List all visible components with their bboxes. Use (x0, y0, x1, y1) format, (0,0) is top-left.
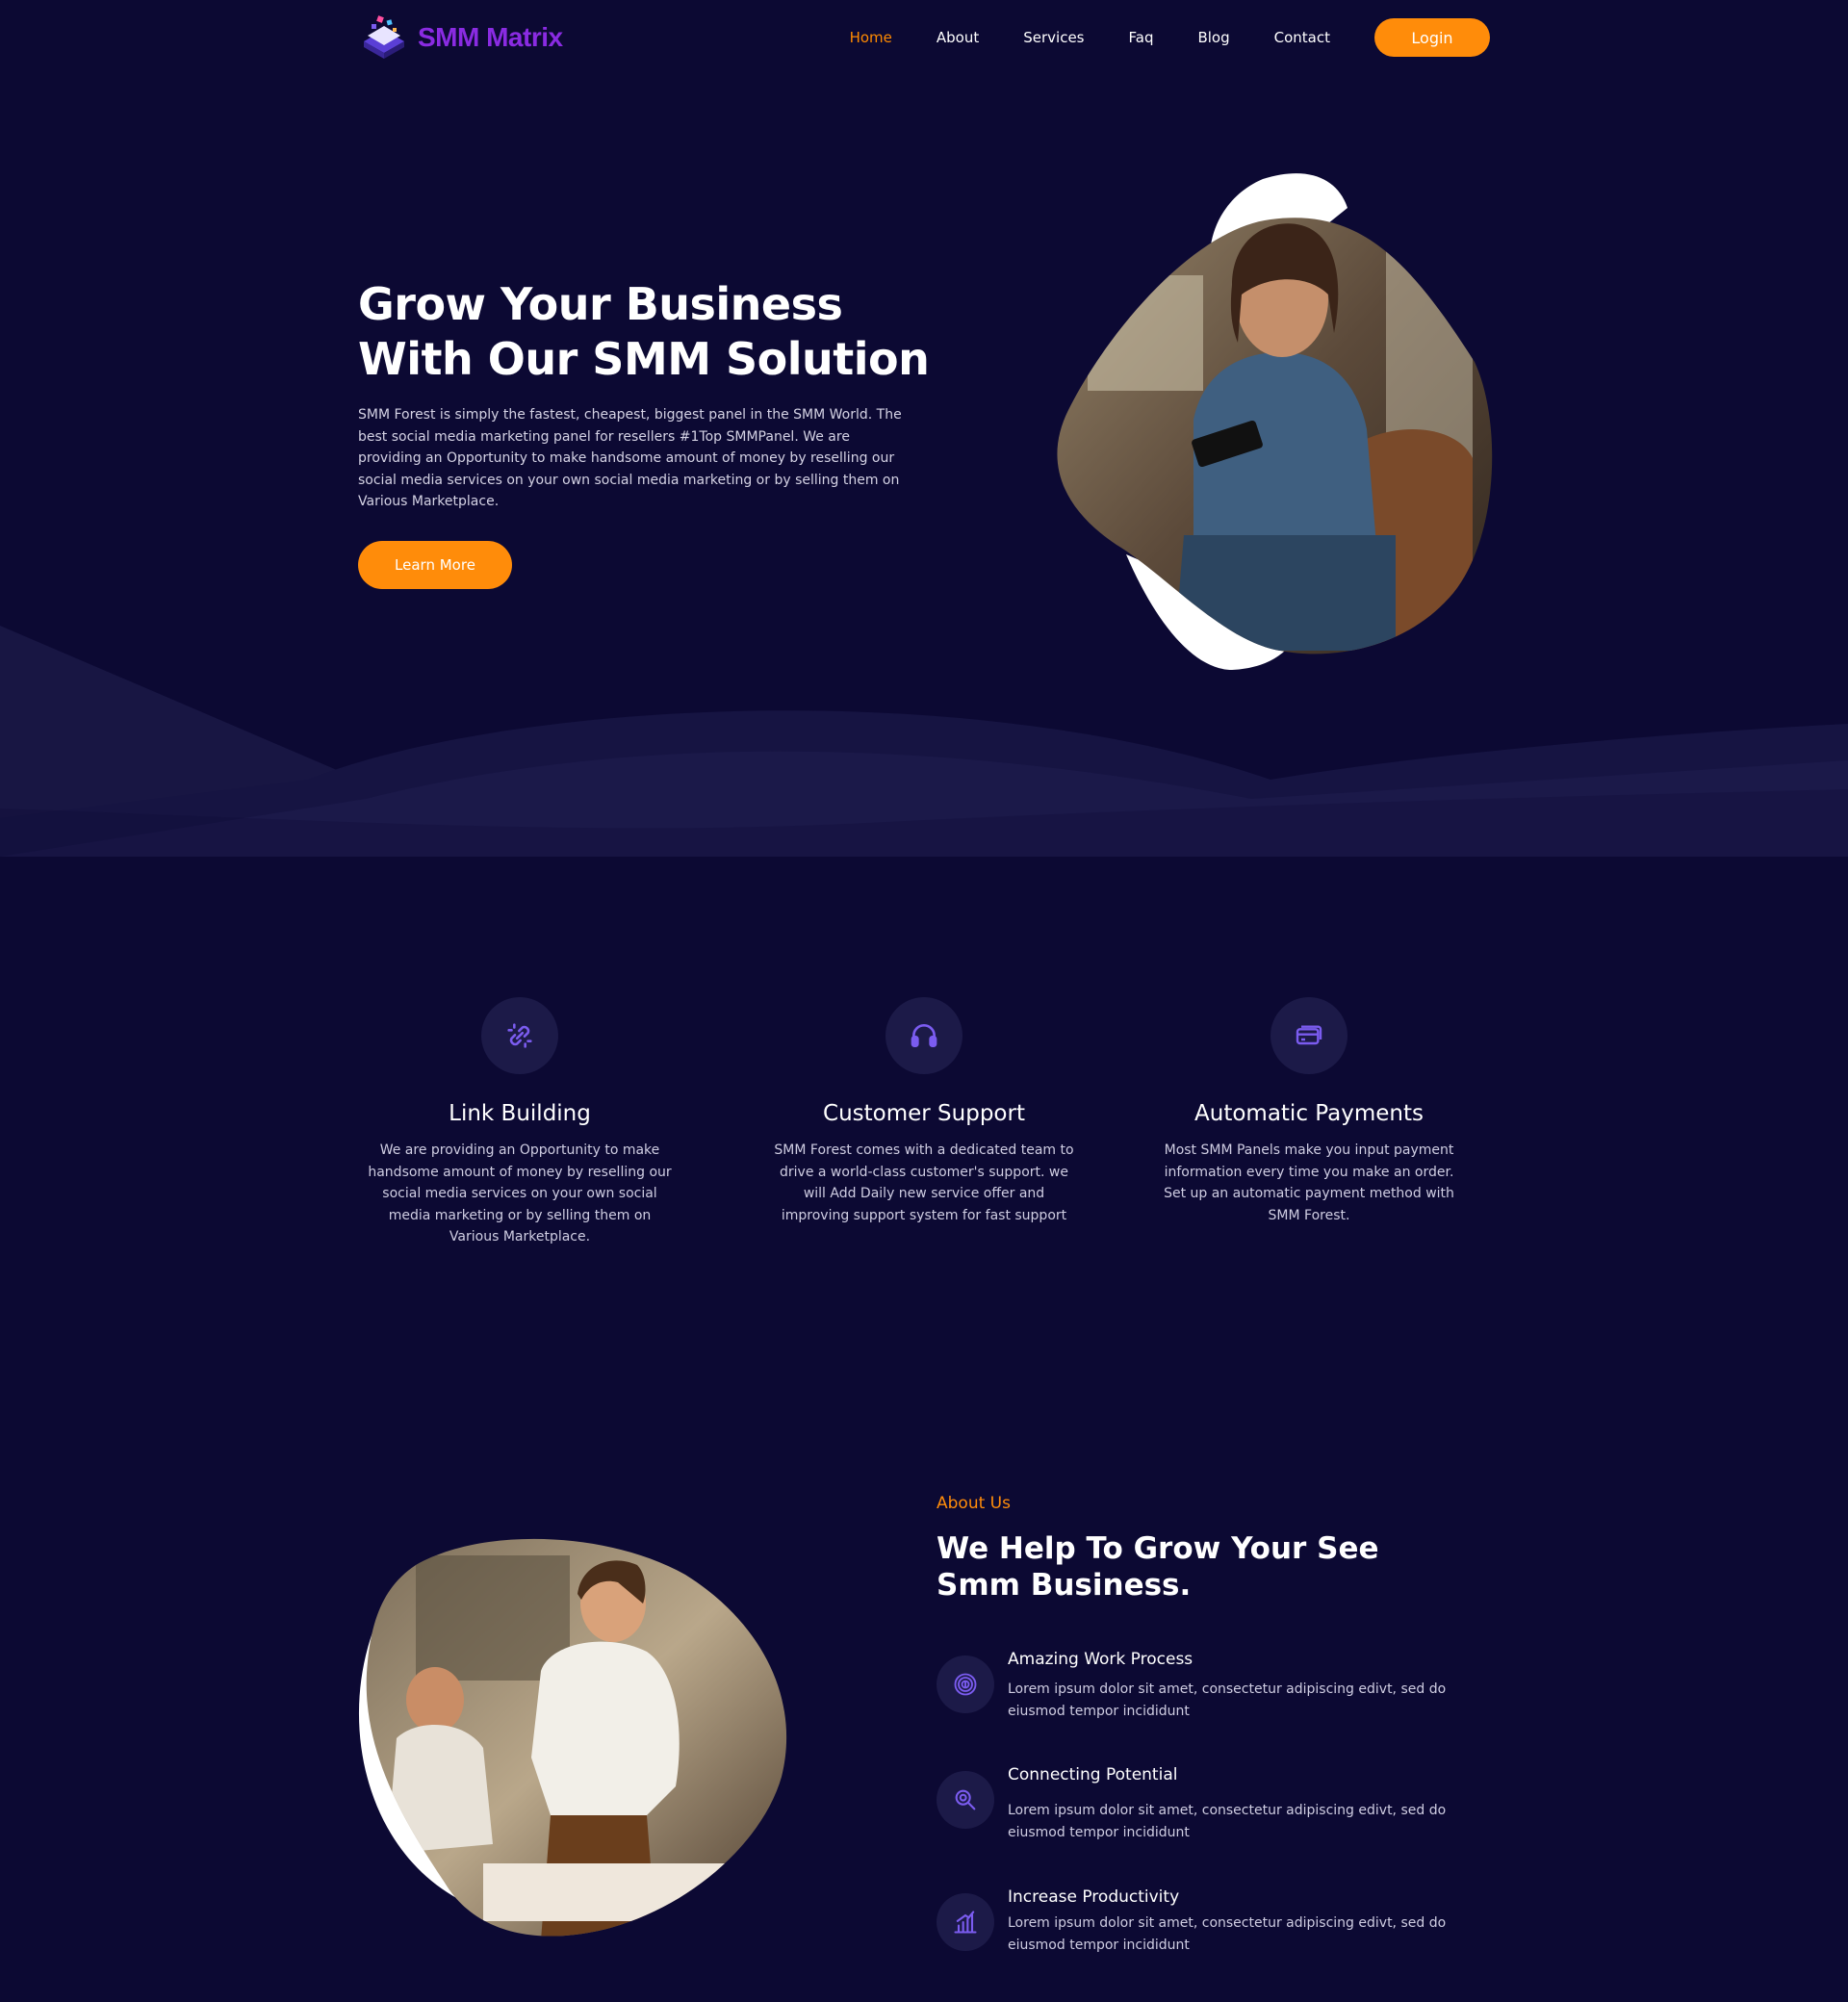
about-icon-circle (937, 1656, 994, 1713)
credit-card-icon (1296, 1025, 1322, 1045)
main-menu: Home About Services Faq Blog Contact Log… (806, 18, 1490, 57)
about-icon-circle (937, 1893, 994, 1951)
feature-title: Link Building (449, 1101, 591, 1126)
feature-title: Customer Support (823, 1101, 1025, 1126)
feature-card: Automatic Payments Most SMM Panels make … (1155, 997, 1463, 1226)
about-item-text: Lorem ipsum dolor sit amet, consectetur … (1008, 1681, 1447, 1719)
headphones-icon (911, 1024, 937, 1047)
link-icon (507, 1023, 532, 1048)
hero-title-line1: Grow Your Business (358, 278, 843, 330)
hero-title: Grow Your Business With Our SMM Solution (358, 277, 955, 387)
about-icon-circle (937, 1771, 994, 1829)
feature-description: SMM Forest comes with a dedicated team t… (774, 1142, 1074, 1223)
isometric-device-icon (364, 15, 404, 59)
bar-chart-icon (954, 1911, 977, 1934)
feature-description: Most SMM Panels make you input payment i… (1164, 1142, 1454, 1223)
about-kicker: About Us (937, 1494, 1011, 1513)
decorative-waves (0, 626, 1848, 857)
feature-icon-circle (481, 997, 558, 1074)
nav-contact-link[interactable]: Contact (1274, 29, 1330, 46)
page: SMM Matrix Home About Services Faq Blog … (0, 0, 1848, 2002)
nav-blog-link[interactable]: Blog (1197, 29, 1229, 46)
fingerprint-icon (954, 1673, 977, 1696)
feature-card: Link Building We are providing an Opport… (366, 997, 674, 1248)
about-item-title: Connecting Potential (1008, 1765, 1178, 1784)
about-item-text: Lorem ipsum dolor sit amet, consectetur … (1008, 1915, 1447, 1953)
features-section: Link Building We are providing an Opport… (358, 997, 1490, 1267)
hero-title-line2: With Our SMM Solution (358, 333, 930, 385)
feature-icon-circle (1270, 997, 1348, 1074)
nav-about-link[interactable]: About (937, 29, 979, 46)
learn-more-button[interactable]: Learn More (358, 541, 512, 589)
feature-title: Automatic Payments (1194, 1101, 1424, 1126)
feature-card: Customer Support SMM Forest comes with a… (770, 997, 1078, 1226)
feature-description: We are providing an Opportunity to make … (368, 1142, 672, 1245)
search-icon (955, 1789, 976, 1810)
about-title: We Help To Grow Your See Smm Business. (937, 1531, 1379, 1603)
about-item-title: Amazing Work Process (1008, 1650, 1194, 1669)
top-navbar: SMM Matrix Home About Services Faq Blog … (358, 10, 1490, 65)
brand-name: SMM Matrix (418, 22, 563, 52)
nav-home-link[interactable]: Home (850, 29, 892, 46)
about-item-text: Lorem ipsum dolor sit amet, consectetur … (1008, 1803, 1447, 1840)
about-item-title: Increase Productivity (1008, 1887, 1180, 1907)
hero-description: SMM Forest is simply the fastest, cheape… (358, 407, 902, 509)
nav-faq-link[interactable]: Faq (1129, 29, 1154, 46)
feature-icon-circle (886, 997, 962, 1074)
hero-photo (1057, 173, 1493, 670)
brand-logo[interactable]: SMM Matrix (358, 13, 563, 63)
about-photo (358, 1538, 787, 1937)
login-button[interactable]: Login (1374, 18, 1490, 57)
nav-services-link[interactable]: Services (1023, 29, 1084, 46)
